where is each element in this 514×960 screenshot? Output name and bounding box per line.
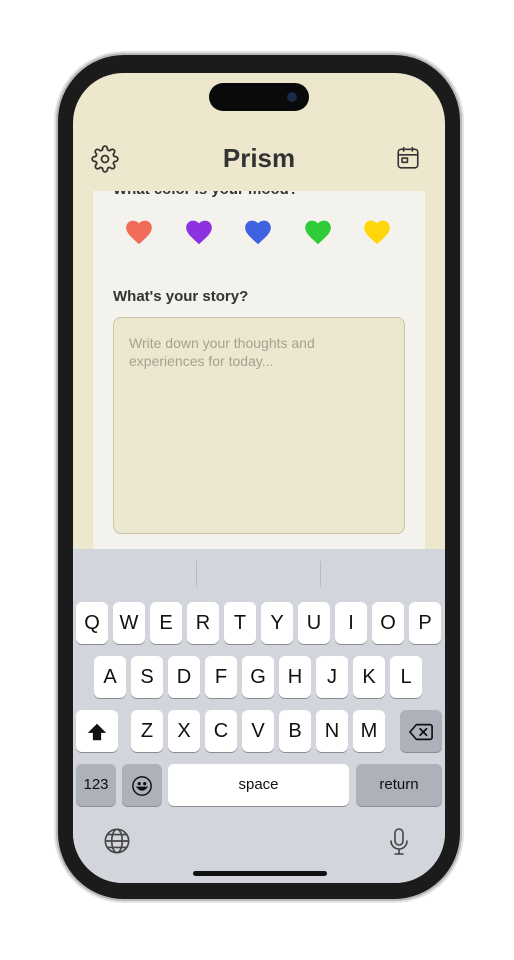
dynamic-island bbox=[209, 83, 309, 111]
mood-color-picker bbox=[125, 219, 405, 249]
key-z[interactable]: Z bbox=[131, 710, 163, 752]
key-t[interactable]: T bbox=[224, 602, 256, 644]
heart-icon bbox=[245, 220, 271, 245]
phone-screen: Prism What color is your mood? bbox=[73, 73, 445, 883]
key-g[interactable]: G bbox=[242, 656, 274, 698]
key-n[interactable]: N bbox=[316, 710, 348, 752]
key-q[interactable]: Q bbox=[76, 602, 108, 644]
heart-icon bbox=[126, 220, 152, 245]
backspace-key[interactable] bbox=[400, 710, 442, 752]
mood-heart-red[interactable] bbox=[125, 219, 153, 245]
journal-card: What color is your mood? What's your sto… bbox=[93, 173, 425, 553]
key-w[interactable]: W bbox=[113, 602, 145, 644]
mood-heart-blue[interactable] bbox=[244, 219, 272, 245]
key-u[interactable]: U bbox=[298, 602, 330, 644]
microphone-icon bbox=[390, 828, 408, 855]
suggestion-divider bbox=[320, 561, 321, 587]
key-i[interactable]: I bbox=[335, 602, 367, 644]
backspace-icon bbox=[409, 723, 433, 740]
story-placeholder: Write down your thoughts and experiences… bbox=[129, 335, 315, 369]
calendar-icon bbox=[397, 146, 419, 169]
suggestion-divider bbox=[196, 561, 197, 587]
key-a[interactable]: A bbox=[94, 656, 126, 698]
heart-icon bbox=[305, 220, 331, 245]
home-indicator[interactable] bbox=[193, 871, 327, 876]
key-y[interactable]: Y bbox=[261, 602, 293, 644]
key-h[interactable]: H bbox=[279, 656, 311, 698]
keyboard-switch-button[interactable] bbox=[103, 827, 131, 855]
app-title: Prism bbox=[222, 143, 296, 173]
front-camera bbox=[287, 92, 297, 102]
shift-key[interactable] bbox=[76, 710, 118, 752]
space-key[interactable]: space bbox=[168, 764, 349, 806]
key-s[interactable]: S bbox=[131, 656, 163, 698]
key-l[interactable]: L bbox=[390, 656, 422, 698]
story-label: What's your story? bbox=[113, 288, 249, 305]
key-c[interactable]: C bbox=[205, 710, 237, 752]
globe-icon bbox=[104, 828, 130, 854]
key-f[interactable]: F bbox=[205, 656, 237, 698]
key-v[interactable]: V bbox=[242, 710, 274, 752]
app-header: Prism bbox=[73, 131, 445, 191]
key-x[interactable]: X bbox=[168, 710, 200, 752]
key-p[interactable]: P bbox=[409, 602, 441, 644]
story-textarea[interactable]: Write down your thoughts and experiences… bbox=[113, 317, 405, 534]
mood-heart-yellow[interactable] bbox=[363, 219, 391, 245]
key-b[interactable]: B bbox=[279, 710, 311, 752]
dictation-button[interactable] bbox=[387, 827, 411, 857]
mood-heart-purple[interactable] bbox=[185, 219, 213, 245]
heart-icon bbox=[364, 220, 390, 245]
heart-icon bbox=[186, 220, 212, 245]
key-j[interactable]: J bbox=[316, 656, 348, 698]
key-o[interactable]: O bbox=[372, 602, 404, 644]
key-r[interactable]: R bbox=[187, 602, 219, 644]
key-d[interactable]: D bbox=[168, 656, 200, 698]
key-e[interactable]: E bbox=[150, 602, 182, 644]
shift-icon bbox=[87, 723, 107, 740]
return-key[interactable]: return bbox=[356, 764, 442, 806]
key-k[interactable]: K bbox=[353, 656, 385, 698]
emoji-key[interactable] bbox=[122, 764, 162, 806]
numbers-key[interactable]: 123 bbox=[76, 764, 116, 806]
mood-heart-green[interactable] bbox=[304, 219, 332, 245]
calendar-button[interactable] bbox=[395, 145, 423, 173]
emoji-icon bbox=[132, 775, 152, 796]
key-m[interactable]: M bbox=[353, 710, 385, 752]
